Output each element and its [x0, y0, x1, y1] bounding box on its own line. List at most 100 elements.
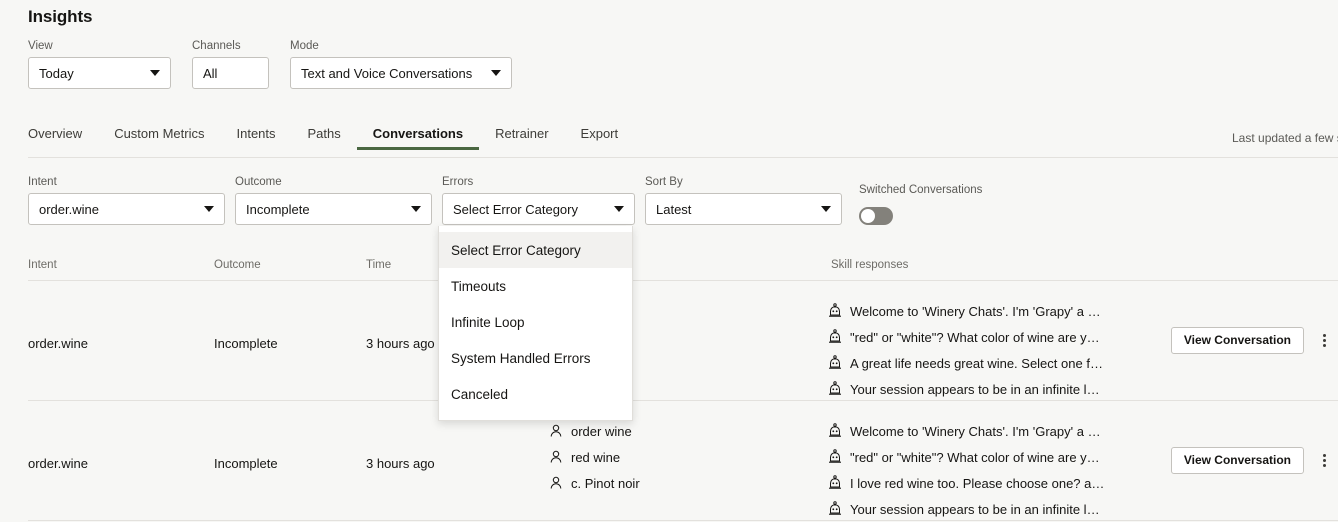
dropdown-option-canceled[interactable]: Canceled — [439, 376, 632, 412]
bot-icon — [827, 303, 843, 319]
bot-icon — [827, 329, 843, 345]
skill-response-line: A great life needs great wine. Select on… — [827, 350, 1197, 376]
tab-retrainer[interactable]: Retrainer — [479, 126, 564, 150]
outcome-filter-value: Incomplete — [246, 202, 310, 217]
view-conversation-button[interactable]: View Conversation — [1171, 447, 1304, 474]
intent-filter-field: Intent order.wine — [28, 176, 225, 225]
chevron-down-icon — [491, 70, 501, 76]
mode-select[interactable]: Text and Voice Conversations — [290, 57, 512, 89]
table-header: Intent Outcome Time Skill responses — [28, 252, 1338, 281]
filter-bar: Intent order.wine Outcome Incomplete Err… — [28, 176, 982, 225]
row-actions: View Conversation — [1171, 446, 1338, 474]
user-icon — [548, 449, 564, 465]
dropdown-option-select-error-category[interactable]: Select Error Category — [439, 232, 632, 268]
channels-select-value: All — [203, 66, 217, 81]
last-updated-status: Last updated a few seconds ago — [1232, 131, 1338, 145]
sort-by-label: Sort By — [645, 176, 842, 189]
skill-response-text: "red" or "white"? What color of wine are… — [850, 330, 1105, 345]
tab-paths[interactable]: Paths — [292, 126, 357, 150]
view-select[interactable]: Today — [28, 57, 171, 89]
tab-conversations[interactable]: Conversations — [357, 126, 479, 150]
cell-time: 3 hours ago — [366, 336, 435, 351]
cell-time: 3 hours ago — [366, 456, 435, 471]
column-header-intent: Intent — [28, 259, 57, 271]
tab-bar: Overview Custom Metrics Intents Paths Co… — [28, 126, 634, 150]
cell-skill-responses: Welcome to 'Winery Chats'. I'm 'Grapy' a… — [827, 298, 1197, 402]
user-utterance-text: order wine — [571, 424, 632, 439]
table-row[interactable]: order.wine Incomplete 3 hours ago Welcom… — [28, 281, 1338, 401]
switched-conversations-label: Switched Conversations — [859, 184, 982, 197]
chevron-down-icon — [204, 206, 214, 212]
user-utterance-line: red wine — [548, 444, 818, 470]
sort-by-value: Latest — [656, 202, 691, 217]
outcome-filter-select[interactable]: Incomplete — [235, 193, 432, 225]
errors-filter-label: Errors — [442, 176, 635, 189]
tab-intents[interactable]: Intents — [220, 126, 291, 150]
skill-response-text: Welcome to 'Winery Chats'. I'm 'Grapy' a… — [850, 304, 1105, 319]
view-conversation-button[interactable]: View Conversation — [1171, 327, 1304, 354]
skill-response-line: Welcome to 'Winery Chats'. I'm 'Grapy' a… — [827, 298, 1197, 324]
kebab-dot — [1323, 334, 1326, 337]
more-vertical-icon[interactable] — [1310, 446, 1338, 474]
tab-custom-metrics[interactable]: Custom Metrics — [98, 126, 220, 150]
skill-response-text: Welcome to 'Winery Chats'. I'm 'Grapy' a… — [850, 424, 1105, 439]
errors-filter-value: Select Error Category — [453, 202, 578, 217]
user-icon — [548, 475, 564, 491]
chevron-down-icon — [150, 70, 160, 76]
tab-bar-divider — [28, 157, 1338, 158]
page-title: Insights — [28, 7, 92, 27]
toggle-knob — [861, 209, 875, 223]
user-utterance-text: c. Pinot noir — [571, 476, 640, 491]
switched-conversations-toggle[interactable] — [859, 207, 893, 225]
outcome-filter-label: Outcome — [235, 176, 432, 189]
skill-response-line: "red" or "white"? What color of wine are… — [827, 324, 1197, 350]
skill-response-text: A great life needs great wine. Select on… — [850, 356, 1105, 371]
cell-skill-responses: Welcome to 'Winery Chats'. I'm 'Grapy' a… — [827, 418, 1197, 522]
error-category-dropdown-menu[interactable]: Select Error Category Timeouts Infinite … — [438, 226, 633, 421]
errors-filter-field: Errors Select Error Category — [442, 176, 635, 225]
conversations-table: Intent Outcome Time Skill responses orde… — [28, 252, 1338, 521]
tab-overview[interactable]: Overview — [28, 126, 98, 150]
tab-export[interactable]: Export — [565, 126, 635, 150]
kebab-dot — [1323, 454, 1326, 457]
sort-by-field: Sort By Latest — [645, 176, 842, 225]
channels-select[interactable]: All — [192, 57, 269, 89]
switched-conversations-field: Switched Conversations — [859, 184, 982, 225]
kebab-dot — [1323, 344, 1326, 347]
cell-outcome: Incomplete — [214, 336, 278, 351]
intent-filter-label: Intent — [28, 176, 225, 189]
skill-response-line: Welcome to 'Winery Chats'. I'm 'Grapy' a… — [827, 418, 1197, 444]
skill-response-text: I love red wine too. Please choose one? … — [850, 476, 1105, 491]
dropdown-option-infinite-loop[interactable]: Infinite Loop — [439, 304, 632, 340]
skill-response-line: Your session appears to be in an infinit… — [827, 496, 1197, 522]
bot-icon — [827, 381, 843, 397]
sort-by-select[interactable]: Latest — [645, 193, 842, 225]
cell-intent: order.wine — [28, 456, 88, 471]
dropdown-option-timeouts[interactable]: Timeouts — [439, 268, 632, 304]
kebab-dot — [1323, 339, 1326, 342]
bot-icon — [827, 355, 843, 371]
errors-filter-select[interactable]: Select Error Category — [442, 193, 635, 225]
channels-field: Channels All — [192, 40, 269, 89]
skill-response-text: Your session appears to be in an infinit… — [850, 502, 1105, 517]
outcome-filter-field: Outcome Incomplete — [235, 176, 432, 225]
cell-intent: order.wine — [28, 336, 88, 351]
column-header-outcome: Outcome — [214, 259, 261, 271]
kebab-dot — [1323, 464, 1326, 467]
top-toolbar: View Today Channels All Mode Text and Vo… — [28, 40, 512, 89]
mode-field: Mode Text and Voice Conversations — [290, 40, 512, 89]
channels-label: Channels — [192, 40, 269, 53]
more-vertical-icon[interactable] — [1310, 326, 1338, 354]
table-row[interactable]: order.wine Incomplete 3 hours ago order … — [28, 401, 1338, 521]
user-utterance-text: red wine — [571, 450, 620, 465]
skill-response-text: Your session appears to be in an infinit… — [850, 382, 1105, 397]
dropdown-option-system-handled-errors[interactable]: System Handled Errors — [439, 340, 632, 376]
row-actions: View Conversation — [1171, 326, 1338, 354]
skill-response-line: I love red wine too. Please choose one? … — [827, 470, 1197, 496]
cell-user-utterances: order wine red wine c. Pinot noir — [548, 418, 818, 496]
bot-icon — [827, 501, 843, 517]
bot-icon — [827, 449, 843, 465]
intent-filter-select[interactable]: order.wine — [28, 193, 225, 225]
user-icon — [548, 423, 564, 439]
user-utterance-line: c. Pinot noir — [548, 470, 818, 496]
